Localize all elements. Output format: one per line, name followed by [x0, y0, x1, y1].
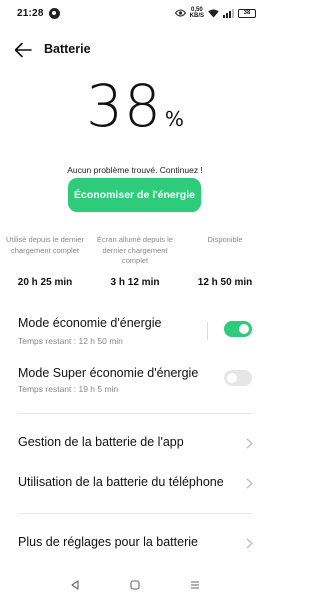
section-divider — [18, 413, 252, 414]
notification-icon — [48, 7, 60, 19]
super-power-saving-toggle[interactable] — [224, 370, 252, 386]
back-arrow-icon[interactable] — [14, 42, 32, 58]
stat-value: 12 h 50 min — [197, 277, 253, 288]
status-icons: 0,50 KB/S 38 — [174, 7, 256, 19]
section-divider — [18, 513, 252, 514]
app-header: Batterie — [0, 36, 270, 64]
toggle-knob — [239, 324, 249, 334]
toggle-knob — [227, 373, 237, 383]
row-title: Mode Super économie d'énergie — [18, 366, 199, 380]
row-subtitle: Temps restant : 19 h 5 min — [18, 384, 119, 394]
stat-label: Écran allumé depuis le dernier chargemen… — [97, 235, 173, 265]
network-speed-unit: KB/S — [189, 13, 204, 19]
row-subtitle: Temps restant : 12 h 50 min — [18, 336, 123, 346]
battery-indicator-icon: 38 — [238, 8, 256, 18]
nav-back-icon[interactable] — [65, 575, 85, 595]
stat-label: Disponible — [207, 235, 243, 244]
network-speed: 0,50 KB/S — [190, 7, 204, 19]
page-title: Batterie — [44, 42, 91, 56]
battery-percentage: 38% — [0, 72, 270, 140]
nav-recents-icon[interactable] — [185, 575, 205, 595]
row-title: Utilisation de la batterie du téléphone — [18, 475, 224, 489]
app-battery-management-row[interactable]: Gestion de la batterie de l'app — [0, 425, 270, 461]
power-saving-toggle[interactable] — [224, 321, 252, 337]
vertical-divider — [207, 322, 208, 340]
stat-value: 3 h 12 min — [110, 277, 160, 288]
battery-percent-sign: % — [164, 107, 184, 131]
stat-used-since-charge: Utilisé depuis le dernier chargement com… — [0, 235, 90, 291]
save-energy-button[interactable]: Économiser de l'énergie — [68, 178, 201, 212]
signal-icon — [223, 8, 234, 18]
nav-home-icon[interactable] — [125, 575, 145, 595]
eye-icon — [174, 9, 186, 17]
battery-stats: Utilisé depuis le dernier chargement com… — [0, 235, 270, 291]
more-battery-settings-row[interactable]: Plus de réglages pour la batterie — [0, 525, 270, 561]
status-bar: 21:28 0,50 KB/S 38 — [0, 0, 270, 26]
row-title: Plus de réglages pour la batterie — [18, 535, 198, 549]
row-title: Gestion de la batterie de l'app — [18, 435, 184, 449]
chevron-right-icon — [246, 538, 253, 549]
stat-available: Disponible 12 h 50 min — [180, 235, 270, 291]
wifi-icon — [208, 9, 219, 17]
row-title: Mode économie d'énergie — [18, 316, 162, 330]
stat-value: 20 h 25 min — [17, 277, 73, 288]
system-navigation-bar — [0, 570, 270, 600]
stat-screen-on: Écran allumé depuis le dernier chargemen… — [90, 235, 180, 291]
status-time: 21:28 — [17, 7, 44, 19]
stat-label: Utilisé depuis le dernier chargement com… — [6, 235, 84, 255]
battery-status-message: Aucun problème trouvé. Continuez ! — [67, 165, 203, 175]
phone-battery-usage-row[interactable]: Utilisation de la batterie du téléphone — [0, 465, 270, 501]
chevron-right-icon — [246, 438, 253, 449]
chevron-right-icon — [246, 478, 253, 489]
battery-percent-value: 38 — [86, 72, 162, 140]
